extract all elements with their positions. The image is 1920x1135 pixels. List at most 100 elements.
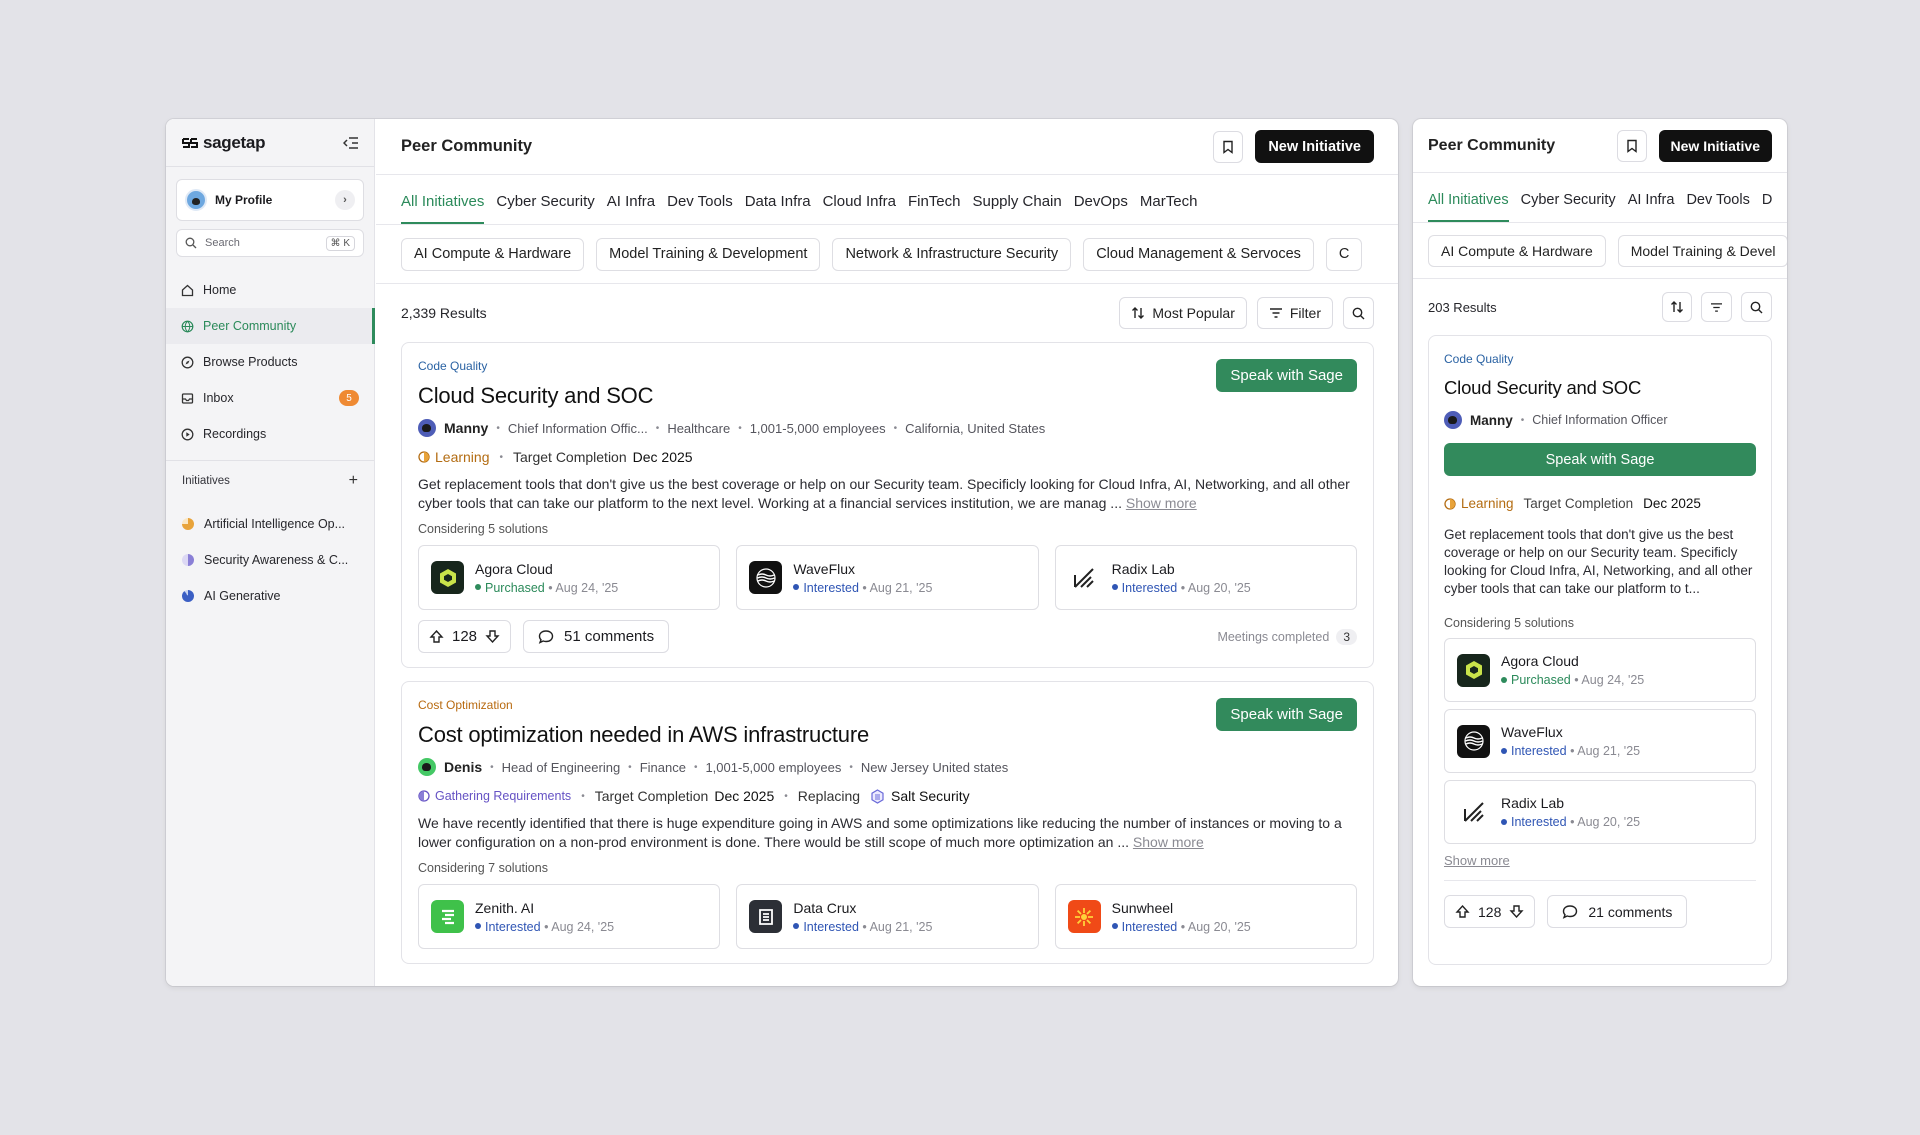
sidebar-item-inbox[interactable]: Inbox 5 bbox=[166, 380, 374, 416]
solution-date: • Aug 21, '25 bbox=[1570, 744, 1641, 758]
collapse-sidebar-icon[interactable] bbox=[343, 136, 359, 150]
solution-card[interactable]: Radix Lab Interested • Aug 20, '25 bbox=[1054, 545, 1357, 610]
initiative-item[interactable]: Security Awareness & C... bbox=[166, 542, 374, 578]
card-description: We have recently identified that there i… bbox=[418, 814, 1357, 852]
separator: • bbox=[693, 761, 698, 773]
speak-with-sage-button[interactable]: Speak with Sage bbox=[1216, 359, 1357, 392]
chip-network-security[interactable]: Network & Infrastructure Security bbox=[832, 237, 1072, 271]
speak-with-sage-button[interactable]: Speak with Sage bbox=[1444, 443, 1756, 476]
card-meta: Denis • Head of Engineering • Finance • … bbox=[418, 758, 1357, 776]
tab-ai-infra[interactable]: AI Infra bbox=[607, 193, 655, 224]
sidebar-item-label: Recordings bbox=[203, 427, 267, 441]
search-input[interactable]: Search ⌘ K bbox=[176, 229, 364, 257]
author-name[interactable]: Manny bbox=[1470, 413, 1513, 428]
comments-button[interactable]: 51 comments bbox=[523, 620, 670, 653]
status-badge: Learning bbox=[418, 449, 490, 465]
sidebar-item-browse-products[interactable]: Browse Products bbox=[166, 344, 374, 380]
tab-all-initiatives[interactable]: All Initiatives bbox=[401, 193, 485, 224]
card-title[interactable]: Cloud Security and SOC bbox=[1444, 377, 1756, 399]
tab-dev-tools[interactable]: Dev Tools bbox=[1686, 192, 1749, 222]
sidebar-item-recordings[interactable]: Recordings bbox=[166, 416, 374, 452]
initiative-item[interactable]: Artificial Intelligence Op... bbox=[166, 506, 374, 542]
home-icon bbox=[181, 284, 194, 296]
show-more-link[interactable]: Show more bbox=[1133, 834, 1204, 850]
bookmark-button[interactable] bbox=[1616, 129, 1647, 162]
initiative-item[interactable]: AI Generative bbox=[166, 578, 374, 614]
new-initiative-button[interactable]: New Initiative bbox=[1255, 130, 1374, 163]
logo[interactable]: sagetap bbox=[181, 133, 265, 153]
compass-icon bbox=[181, 356, 194, 368]
category-tabs: All Initiatives Cyber Security AI Infra … bbox=[376, 175, 1398, 225]
filter-button[interactable] bbox=[1701, 292, 1732, 322]
search-results-button[interactable] bbox=[1343, 297, 1374, 329]
chip-ai-compute[interactable]: AI Compute & Hardware bbox=[1428, 234, 1606, 267]
target-date: Dec 2025 bbox=[632, 449, 693, 465]
tab-dev-tools[interactable]: Dev Tools bbox=[667, 193, 733, 224]
sort-button[interactable]: Most Popular bbox=[1119, 297, 1247, 329]
chip-model-training[interactable]: Model Training & Devel bbox=[1617, 234, 1787, 267]
show-more-link[interactable]: Show more bbox=[1126, 495, 1197, 511]
tab-martech[interactable]: MarTech bbox=[1140, 193, 1198, 224]
zenith-ai-logo-icon bbox=[431, 900, 464, 933]
filter-label: Filter bbox=[1289, 305, 1321, 321]
my-profile-button[interactable]: My Profile › bbox=[176, 179, 364, 221]
chip-ai-compute[interactable]: AI Compute & Hardware bbox=[401, 237, 585, 271]
author-name[interactable]: Manny bbox=[444, 420, 488, 436]
solution-card[interactable]: Zenith. AI Interested • Aug 24, '25 bbox=[418, 884, 721, 949]
status-line: Learning Target Completion Dec 2025 bbox=[1444, 496, 1756, 511]
sort-button[interactable] bbox=[1662, 292, 1692, 322]
tab-cyber-security[interactable]: Cyber Security bbox=[1521, 192, 1616, 222]
author-name[interactable]: Denis bbox=[444, 759, 482, 775]
initiative-card[interactable]: Cost Optimization Cost optimization need… bbox=[401, 681, 1374, 964]
downvote-icon[interactable] bbox=[1509, 904, 1524, 919]
tab-data-infra[interactable]: Data Infra bbox=[745, 193, 811, 224]
considering-count: Considering 5 solutions bbox=[1444, 616, 1574, 630]
filter-button[interactable]: Filter bbox=[1256, 297, 1333, 329]
upvote-icon[interactable] bbox=[1455, 904, 1470, 919]
search-results-button[interactable] bbox=[1741, 292, 1772, 322]
search-icon bbox=[1352, 307, 1365, 319]
solution-status: Interested • Aug 24, '25 bbox=[475, 920, 614, 934]
progress-pie-icon bbox=[182, 518, 194, 530]
sort-arrows-icon bbox=[1671, 301, 1683, 313]
speak-with-sage-button[interactable]: Speak with Sage bbox=[1216, 698, 1357, 731]
bookmark-button[interactable] bbox=[1213, 130, 1244, 163]
solution-card[interactable]: WaveFlux Interested • Aug 21, '25 bbox=[1444, 709, 1756, 773]
avatar bbox=[185, 189, 207, 211]
solution-card[interactable]: WaveFlux Interested • Aug 21, '25 bbox=[736, 545, 1039, 610]
tab-fintech[interactable]: FinTech bbox=[908, 193, 961, 224]
solution-card[interactable]: Agora Cloud Purchased • Aug 24, '25 bbox=[1444, 638, 1756, 702]
tab-cyber-security[interactable]: Cyber Security bbox=[496, 193, 594, 224]
solution-name: Agora Cloud bbox=[475, 560, 553, 577]
solution-status: Interested • Aug 20, '25 bbox=[1501, 815, 1640, 829]
solution-status-label: Interested bbox=[803, 919, 859, 934]
tab-truncated[interactable]: D bbox=[1762, 192, 1772, 222]
chip-truncated[interactable]: C bbox=[1325, 237, 1363, 271]
tab-ai-infra[interactable]: AI Infra bbox=[1628, 192, 1675, 222]
initiative-card[interactable]: Code Quality Cloud Security and SOC Spea… bbox=[401, 342, 1374, 668]
tab-cloud-infra[interactable]: Cloud Infra bbox=[823, 193, 896, 224]
sidebar-item-home[interactable]: Home bbox=[166, 272, 374, 308]
sidebar-item-label: Home bbox=[203, 283, 237, 297]
solution-card[interactable]: Sunwheel Interested • Aug 20, '25 bbox=[1054, 884, 1357, 949]
show-more-link[interactable]: Show more bbox=[1444, 853, 1756, 868]
chip-model-training[interactable]: Model Training & Development bbox=[596, 237, 821, 271]
tab-all-initiatives[interactable]: All Initiatives bbox=[1428, 192, 1509, 222]
chip-cloud-management[interactable]: Cloud Management & Servoces bbox=[1083, 237, 1314, 271]
solution-status-label: Purchased bbox=[1511, 673, 1571, 687]
tab-supply-chain[interactable]: Supply Chain bbox=[972, 193, 1061, 224]
initiative-card[interactable]: Code Quality Cloud Security and SOC Mann… bbox=[1428, 335, 1772, 965]
new-initiative-button[interactable]: New Initiative bbox=[1658, 129, 1772, 162]
upvote-icon[interactable] bbox=[429, 629, 444, 644]
add-initiative-icon[interactable]: + bbox=[349, 472, 358, 490]
solution-name: Agora Cloud bbox=[1501, 653, 1579, 669]
sidebar-item-peer-community[interactable]: Peer Community bbox=[166, 308, 375, 344]
solution-card[interactable]: Agora Cloud Purchased • Aug 24, '25 bbox=[418, 545, 721, 610]
downvote-icon[interactable] bbox=[485, 629, 500, 644]
vote-count: 128 bbox=[1478, 903, 1502, 920]
solution-status-label: Purchased bbox=[485, 580, 545, 595]
comments-button[interactable]: 21 comments bbox=[1547, 895, 1688, 928]
solution-card[interactable]: Radix Lab Interested • Aug 20, '25 bbox=[1444, 780, 1756, 844]
solution-card[interactable]: Data Crux Interested • Aug 21, '25 bbox=[736, 884, 1039, 949]
tab-devops[interactable]: DevOps bbox=[1074, 193, 1128, 224]
